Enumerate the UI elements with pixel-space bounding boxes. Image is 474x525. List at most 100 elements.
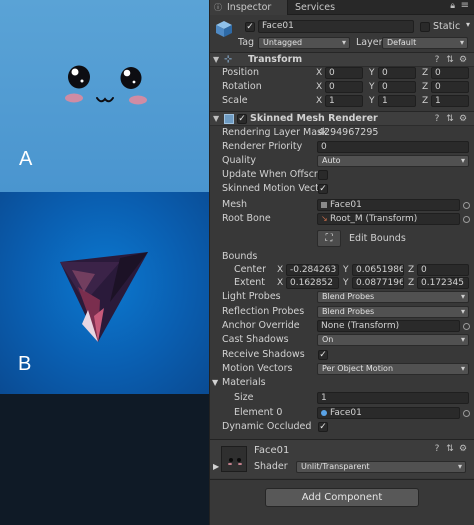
anchor-override-label: Anchor Override [222, 320, 300, 331]
axis-z-label: Z [422, 68, 429, 78]
fold-arrow-icon[interactable]: ▼ [213, 112, 219, 126]
lock-icon[interactable]: 🔒︎ [450, 1, 455, 11]
element0-field[interactable]: Face01 [317, 407, 460, 419]
position-z-field[interactable]: 0 [431, 67, 469, 79]
settings-gear-icon[interactable]: ⚙ [458, 444, 468, 454]
rotation-y-field[interactable]: 0 [378, 81, 416, 93]
preset-icon[interactable]: ⇅ [445, 55, 455, 65]
tab-services[interactable]: Services [295, 0, 345, 15]
add-component-button[interactable]: Add Component [265, 488, 419, 507]
motion-vectors-dropdown[interactable]: Per Object Motion [317, 363, 469, 375]
skinned-mesh-renderer-header[interactable]: ▼ ✓ Skinned Mesh Renderer ? ⇅ ⚙ [210, 111, 474, 126]
material-asset-icon [321, 410, 327, 416]
material-fold-arrow-icon[interactable]: ▶ [213, 462, 219, 471]
skinned-motion-checkbox[interactable]: ✓ [318, 184, 328, 194]
root-bone-label: Root Bone [222, 213, 271, 224]
edit-bounds-button[interactable]: ⛶ [317, 230, 341, 247]
mesh-object-field[interactable]: Face01 [317, 199, 460, 211]
anchor-override-picker-icon[interactable] [463, 323, 470, 330]
rotation-z-field[interactable]: 0 [431, 81, 469, 93]
root-bone-field[interactable]: ↘ Root_M (Transform) [317, 213, 460, 225]
mesh-asset-icon [321, 202, 327, 208]
menu-icon[interactable]: ≡ [461, 0, 469, 11]
tag-dropdown[interactable]: Untagged [258, 37, 350, 49]
scale-x-field[interactable]: 1 [325, 95, 363, 107]
materials-size-field[interactable]: 1 [317, 392, 469, 404]
panel-a: A [0, 0, 209, 192]
preset-icon[interactable]: ⇅ [445, 114, 455, 124]
receive-shadows-label: Receive Shadows [222, 349, 305, 360]
dynamic-occluded-label: Dynamic Occluded [222, 421, 312, 432]
tab-inspector[interactable]: ⓘ Inspector [210, 0, 288, 15]
extent-z-field[interactable]: 0.172345 [417, 277, 469, 289]
settings-gear-icon[interactable]: ⚙ [458, 114, 468, 124]
anchor-override-row: Anchor Override None (Transform) [210, 319, 474, 333]
help-icon[interactable]: ? [432, 55, 442, 65]
axis-x-label: X [277, 265, 284, 275]
element0-picker-icon[interactable] [463, 410, 470, 417]
static-checkbox[interactable] [420, 22, 430, 32]
extent-label: Extent [234, 277, 265, 288]
object-name-input[interactable]: Face01 [258, 20, 414, 33]
edit-bounds-label: Edit Bounds [349, 233, 406, 244]
component-header-icons: ? ⇅ ⚙ [432, 55, 470, 65]
rotation-row: Rotation X 0 Y 0 Z 0 [210, 80, 474, 94]
settings-gear-icon[interactable]: ⚙ [458, 55, 468, 65]
scale-y-field[interactable]: 1 [378, 95, 416, 107]
help-icon[interactable]: ? [432, 114, 442, 124]
rotation-x-field[interactable]: 0 [325, 81, 363, 93]
cast-shadows-dropdown[interactable]: On [317, 334, 469, 346]
preset-icon[interactable]: ⇅ [445, 444, 455, 454]
center-y-field[interactable]: 0.0651986 [352, 264, 404, 276]
extent-x-field[interactable]: 0.162852 [286, 277, 339, 289]
panel-b: B [0, 192, 209, 394]
anchor-override-field[interactable]: None (Transform) [317, 320, 460, 332]
axis-x-label: X [277, 278, 284, 288]
tab-services-label: Services [295, 2, 336, 13]
label-a: A [19, 148, 33, 170]
light-probes-dropdown[interactable]: Blend Probes [317, 291, 469, 303]
dynamic-occluded-checkbox[interactable]: ✓ [318, 422, 328, 432]
materials-fold-arrow-icon[interactable]: ▼ [212, 376, 218, 390]
scale-z-field[interactable]: 1 [431, 95, 469, 107]
axis-y-label: Y [343, 265, 349, 275]
center-x-field[interactable]: -0.284263 [286, 264, 339, 276]
center-label: Center [234, 264, 266, 275]
rendering-layer-mask-value[interactable]: 4294967295 [318, 126, 378, 140]
receive-shadows-checkbox[interactable]: ✓ [318, 350, 328, 360]
separator [210, 479, 474, 480]
mesh-value: Face01 [330, 200, 362, 210]
position-x-field[interactable]: 0 [325, 67, 363, 79]
static-dropdown-icon[interactable]: ▾ [466, 20, 470, 29]
root-bone-row: Root Bone ↘ Root_M (Transform) [210, 212, 474, 226]
materials-row[interactable]: ▼ Materials [210, 376, 474, 390]
reflection-probes-dropdown[interactable]: Blend Probes [317, 306, 469, 318]
mesh-renderer-icon [224, 114, 234, 124]
renderer-priority-field[interactable]: 0 [317, 141, 469, 153]
extent-y-field[interactable]: 0.0877196 [352, 277, 404, 289]
materials-size-row: Size 1 [210, 391, 474, 405]
help-icon[interactable]: ? [432, 444, 442, 454]
quality-label: Quality [222, 155, 256, 166]
update-offscreen-checkbox[interactable] [318, 170, 328, 180]
mesh-picker-icon[interactable] [463, 202, 470, 209]
center-z-field[interactable]: 0 [417, 264, 469, 276]
material-header-icons: ? ⇅ ⚙ [432, 444, 470, 454]
layer-dropdown[interactable]: Default [382, 37, 468, 49]
fold-arrow-icon[interactable]: ▼ [213, 53, 219, 67]
axis-x-label: X [316, 68, 323, 78]
position-label: Position [222, 67, 259, 78]
skinned-motion-row: Skinned Motion Vecto ✓ [210, 182, 474, 196]
active-checkbox[interactable]: ✓ [245, 22, 255, 32]
update-offscreen-label: Update When Offscree [222, 169, 318, 180]
edit-bounds-icon: ⛶ [325, 233, 333, 244]
scale-label: Scale [222, 95, 248, 106]
quality-dropdown[interactable]: Auto [317, 155, 469, 167]
renderer-enabled-checkbox[interactable]: ✓ [237, 114, 247, 124]
transform-header[interactable]: ▼ ⊹ Transform ? ⇅ ⚙ [210, 52, 474, 67]
axis-z-label: Z [422, 82, 429, 92]
position-y-field[interactable]: 0 [378, 67, 416, 79]
shader-label: Shader [254, 461, 288, 472]
shader-dropdown[interactable]: Unlit/Transparent [296, 461, 466, 473]
root-bone-picker-icon[interactable] [463, 216, 470, 223]
